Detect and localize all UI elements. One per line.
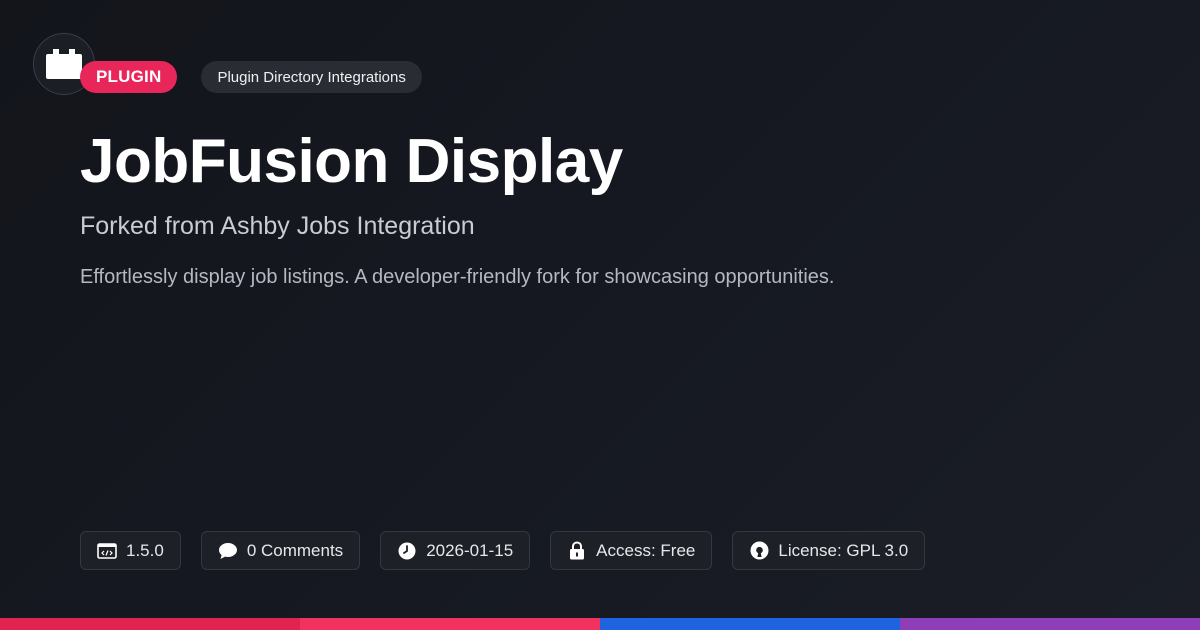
stripe-segment [0,618,300,630]
license-label: License: GPL 3.0 [778,540,909,560]
comment-bubble-icon [218,541,238,561]
access-chip: Access: Free [550,531,713,570]
meta-row: 1.5.0 0 Comments 2026-01-15 Access: Free [80,531,926,570]
page-subtitle: Forked from Ashby Jobs Integration [80,212,475,240]
comments-label: 0 Comments [246,540,344,560]
code-window-icon [97,541,117,561]
lock-icon [567,541,587,561]
access-label: Access: Free [596,540,696,560]
date-label: 2026-01-15 [426,540,514,560]
color-stripe [0,618,1200,630]
version-label: 1.5.0 [126,540,164,560]
clock-icon [397,541,417,561]
type-badge: PLUGIN [80,61,178,93]
open-source-icon [749,541,769,561]
stripe-segment [600,618,900,630]
comments-chip[interactable]: 0 Comments [200,531,361,570]
stripe-segment [900,618,1200,630]
date-chip: 2026-01-15 [380,531,531,570]
page-title: JobFusion Display [80,127,623,196]
badge-row: PLUGIN Plugin Directory Integrations [80,61,422,93]
category-badge[interactable]: Plugin Directory Integrations [201,61,422,93]
license-chip: License: GPL 3.0 [732,531,926,570]
plugin-block-icon [46,49,82,79]
stripe-segment [300,618,600,630]
version-chip: 1.5.0 [80,531,181,570]
page-description: Effortlessly display job listings. A dev… [80,266,835,288]
